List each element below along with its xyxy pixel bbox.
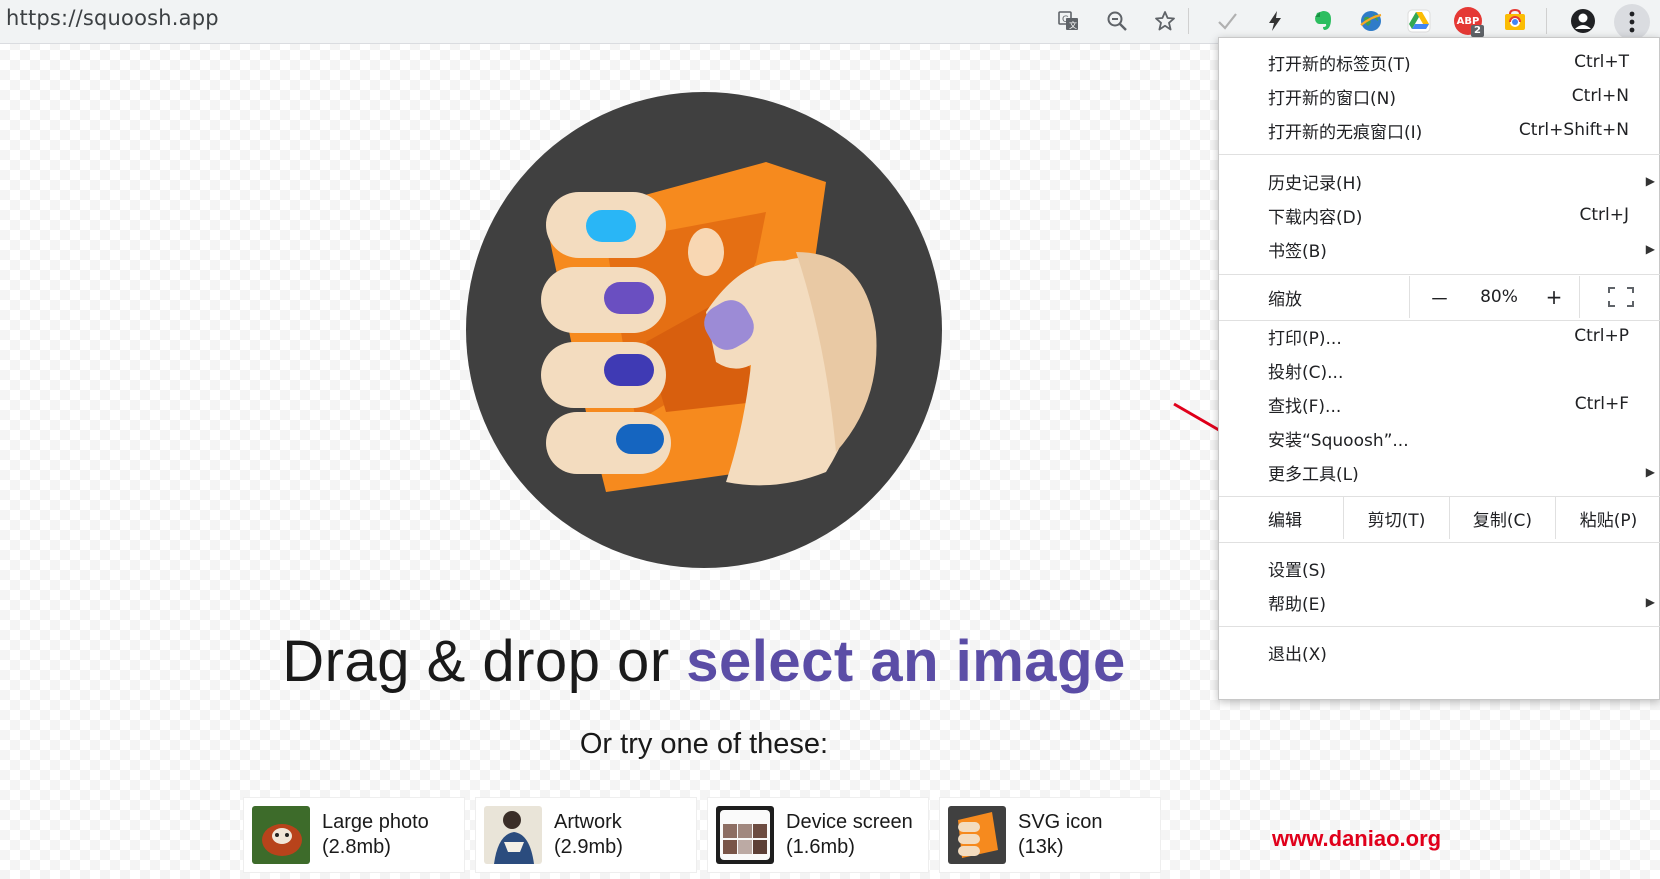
demo-artwork[interactable]: Artwork (2.9mb): [475, 797, 697, 873]
menu-item-help[interactable]: 帮助(E) ▶: [1219, 585, 1660, 619]
menu-item-exit[interactable]: 退出(X): [1219, 635, 1660, 669]
menu-separator: [1219, 274, 1660, 275]
menu-item-settings[interactable]: 设置(S): [1219, 551, 1660, 585]
demo-size: (13k): [1018, 836, 1064, 858]
demo-size: (2.9mb): [554, 836, 623, 858]
submenu-arrow-icon: ▶: [1645, 242, 1655, 256]
star-icon[interactable]: [1150, 6, 1180, 36]
menu-item-new-tab[interactable]: 打开新的标签页(T) Ctrl+T: [1219, 45, 1660, 79]
submenu-arrow-icon: ▶: [1645, 465, 1655, 479]
evernote-ext-icon[interactable]: [1308, 6, 1338, 36]
svg-icon-thumbnail: [948, 806, 1006, 864]
demo-title: Large photo: [322, 811, 429, 833]
menu-kebab-icon[interactable]: [1614, 4, 1650, 40]
headline-prefix: Drag & drop or: [282, 629, 687, 694]
demo-svg-icon[interactable]: SVG icon (13k): [939, 797, 1161, 873]
cut-button[interactable]: 剪切(T): [1343, 497, 1449, 539]
menu-zoom-row: 缩放 － 80% +: [1219, 276, 1660, 318]
demo-subhead: Or try one of these:: [579, 728, 829, 760]
red-panda-thumbnail: [252, 806, 310, 864]
zoom-level: 80%: [1480, 287, 1518, 307]
toolbar-separator: [1546, 8, 1547, 34]
menu-edit-row: 编辑 剪切(T) 复制(C) 粘贴(P): [1219, 497, 1660, 539]
device-screen-thumbnail: [716, 806, 774, 864]
submenu-arrow-icon: ▶: [1645, 174, 1655, 188]
demo-size: (2.8mb): [322, 836, 391, 858]
drop-headline: Drag & drop or select an image: [0, 628, 1408, 695]
globe-ext-icon[interactable]: [1356, 6, 1386, 36]
zoom-icon[interactable]: [1102, 6, 1132, 36]
menu-item-history[interactable]: 历史记录(H) ▶: [1219, 164, 1660, 198]
check-ext-icon[interactable]: [1212, 6, 1242, 36]
menu-separator: [1219, 542, 1660, 543]
edit-label: 编辑: [1268, 510, 1302, 531]
fullscreen-icon[interactable]: [1579, 276, 1660, 318]
menu-separator: [1219, 154, 1660, 155]
menu-item-install-squoosh[interactable]: 安装“Squoosh”...: [1219, 421, 1660, 455]
adblock-ext-icon[interactable]: ABP 2: [1454, 7, 1484, 37]
bolt-ext-icon[interactable]: [1260, 6, 1290, 36]
chrome-store-ext-icon[interactable]: [1500, 6, 1530, 36]
demo-size: (1.6mb): [786, 836, 855, 858]
demo-title: Device screen: [786, 811, 913, 833]
toolbar-separator: [1188, 8, 1189, 34]
demo-title: Artwork: [554, 811, 622, 833]
google-drive-ext-icon[interactable]: [1404, 6, 1434, 36]
copy-button[interactable]: 复制(C): [1449, 497, 1555, 539]
menu-item-print[interactable]: 打印(P)... Ctrl+P: [1219, 319, 1660, 353]
squoosh-logo-illustration: [466, 92, 942, 568]
svg-text:G: G: [1062, 15, 1069, 25]
paste-button[interactable]: 粘贴(P): [1555, 497, 1660, 539]
watermark-text: www.daniao.org: [1272, 826, 1442, 851]
submenu-arrow-icon: ▶: [1645, 595, 1655, 609]
demo-title: SVG icon: [1018, 811, 1103, 833]
menu-item-new-window[interactable]: 打开新的窗口(N) Ctrl+N: [1219, 79, 1660, 113]
adblock-badge: 2: [1471, 25, 1484, 37]
menu-item-cast[interactable]: 投射(C)...: [1219, 353, 1660, 387]
address-bar-url[interactable]: https://squoosh.app: [6, 6, 219, 30]
menu-item-bookmarks[interactable]: 书签(B) ▶: [1219, 232, 1660, 266]
menu-separator: [1219, 626, 1660, 627]
artwork-thumbnail: [484, 806, 542, 864]
zoom-in-button[interactable]: +: [1529, 276, 1579, 318]
menu-item-downloads[interactable]: 下载内容(D) Ctrl+J: [1219, 198, 1660, 232]
translate-icon[interactable]: G文: [1054, 6, 1084, 36]
zoom-label: 缩放: [1268, 289, 1302, 310]
select-image-link[interactable]: select an image: [686, 629, 1126, 694]
demo-device-screen[interactable]: Device screen (1.6mb): [707, 797, 929, 873]
menu-item-incognito[interactable]: 打开新的无痕窗口(I) Ctrl+Shift+N: [1219, 113, 1660, 147]
demo-list: Large photo (2.8mb) Artwork (2.9mb) Device…: [243, 797, 1161, 873]
svg-text:文: 文: [1069, 20, 1077, 30]
menu-item-more-tools[interactable]: 更多工具(L) ▶: [1219, 455, 1660, 489]
browser-main-menu: 打开新的标签页(T) Ctrl+T 打开新的窗口(N) Ctrl+N 打开新的无痕窗…: [1218, 37, 1660, 700]
demo-large-photo[interactable]: Large photo (2.8mb): [243, 797, 465, 873]
account-icon[interactable]: [1568, 6, 1598, 36]
zoom-out-button[interactable]: －: [1409, 276, 1469, 318]
menu-item-find[interactable]: 查找(F)... Ctrl+F: [1219, 387, 1660, 421]
